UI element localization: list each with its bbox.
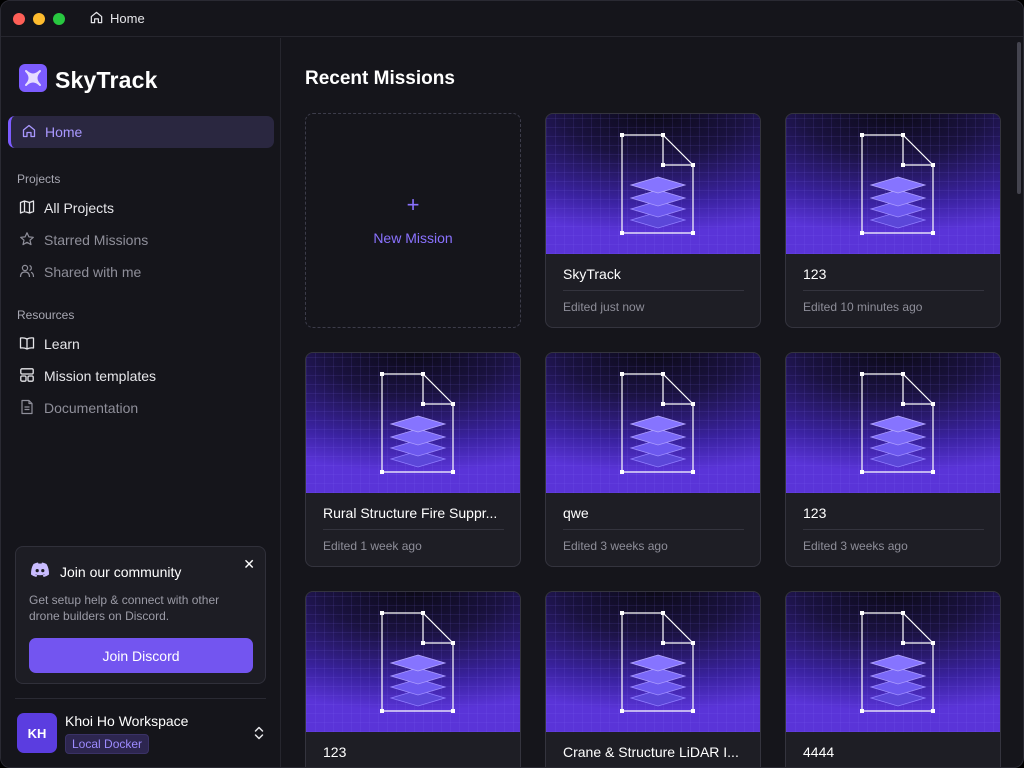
- sidebar-item-shared-with-me[interactable]: Shared with me: [19, 261, 141, 283]
- card-divider: [563, 529, 744, 530]
- sidebar-divider: [15, 698, 266, 699]
- sidebar-item-mission-templates[interactable]: Mission templates: [19, 365, 156, 387]
- skytrack-logo-icon: [19, 64, 47, 97]
- sidebar: SkyTrack Home Projects All Projects Star…: [1, 38, 281, 767]
- minimize-window-button[interactable]: [33, 12, 45, 25]
- join-discord-button[interactable]: Join Discord: [29, 638, 253, 673]
- home-icon: [89, 10, 104, 28]
- community-title: Join our community: [30, 562, 181, 581]
- brand-name: SkyTrack: [55, 67, 158, 93]
- chevron-up-down-icon[interactable]: [253, 725, 265, 746]
- card-divider: [803, 529, 984, 530]
- mission-edited-time: Edited 3 weeks ago: [563, 539, 668, 553]
- sidebar-item-all-projects[interactable]: All Projects: [19, 197, 114, 219]
- sidebar-item-documentation[interactable]: Documentation: [19, 397, 138, 419]
- brand[interactable]: SkyTrack: [19, 64, 158, 97]
- mission-name: 4444: [803, 744, 835, 760]
- mission-thumbnail: [306, 353, 520, 493]
- template-icon: [19, 367, 35, 386]
- community-title-text: Join our community: [60, 563, 182, 580]
- mission-card[interactable]: 4444: [785, 591, 1001, 767]
- mission-thumbnail: [546, 114, 760, 254]
- plus-icon: +: [406, 192, 420, 217]
- close-community-button[interactable]: ✕: [243, 556, 255, 573]
- mission-file-icon: [380, 611, 455, 713]
- mission-card[interactable]: 123: [305, 591, 521, 767]
- community-description: Get setup help & connect with other dron…: [29, 593, 220, 623]
- mission-card[interactable]: qwe Edited 3 weeks ago: [545, 352, 761, 567]
- home-icon: [21, 123, 37, 142]
- app-window: Home SkyTrack Home Projects All Projects…: [0, 0, 1024, 768]
- users-icon: [19, 263, 35, 282]
- window-tab[interactable]: Home: [89, 10, 145, 28]
- mission-name: qwe: [563, 505, 589, 521]
- mission-file-icon: [860, 372, 935, 474]
- mission-name: 123: [803, 266, 827, 282]
- card-divider: [563, 290, 744, 291]
- mission-thumbnail: [546, 353, 760, 493]
- card-divider: [803, 290, 984, 291]
- mission-file-icon: [860, 611, 935, 713]
- sidebar-item-label: Starred Missions: [44, 232, 149, 248]
- mission-name: 123: [323, 744, 347, 760]
- sidebar-item-label: Mission templates: [44, 368, 157, 384]
- window-controls: [13, 12, 65, 25]
- projects-heading: Projects: [17, 172, 61, 186]
- sidebar-item-label: Home: [45, 124, 83, 140]
- workspace-switcher[interactable]: KH Khoi Ho Workspace Local Docker: [17, 713, 267, 755]
- mission-name: Crane & Structure LiDAR I...: [563, 744, 739, 760]
- mission-file-icon: [620, 611, 695, 713]
- mission-card[interactable]: 123 Edited 10 minutes ago: [785, 113, 1001, 328]
- mission-thumbnail: [786, 592, 1000, 732]
- document-icon: [19, 399, 35, 418]
- mission-card[interactable]: SkyTrack Edited just now: [545, 113, 761, 328]
- mission-thumbnail: [786, 114, 1000, 254]
- page-title: Recent Missions: [305, 68, 455, 89]
- mission-thumbnail: [546, 592, 760, 732]
- mission-edited-time: Edited 3 weeks ago: [803, 539, 908, 553]
- mission-card[interactable]: Crane & Structure LiDAR I...: [545, 591, 761, 767]
- star-icon: [19, 231, 35, 250]
- map-icon: [19, 199, 35, 218]
- mission-file-icon: [380, 372, 455, 474]
- mission-thumbnail: [306, 592, 520, 732]
- community-card: Join our community ✕ Get setup help & co…: [15, 546, 266, 684]
- maximize-window-button[interactable]: [53, 12, 65, 25]
- sidebar-item-label: Shared with me: [44, 264, 142, 280]
- sidebar-item-label: Documentation: [44, 400, 139, 416]
- book-icon: [19, 335, 35, 354]
- workspace-name: Khoi Ho Workspace: [65, 713, 189, 729]
- close-window-button[interactable]: [13, 12, 25, 25]
- mission-file-icon: [620, 133, 695, 235]
- scrollbar-thumb[interactable]: [1017, 42, 1021, 194]
- mission-name: 123: [803, 505, 827, 521]
- new-mission-button[interactable]: + New Mission: [305, 113, 521, 328]
- mission-edited-time: Edited just now: [563, 300, 645, 314]
- mission-edited-time: Edited 1 week ago: [323, 539, 422, 553]
- workspace-badge: Local Docker: [65, 734, 150, 754]
- sidebar-item-label: All Projects: [44, 200, 115, 216]
- card-divider: [323, 529, 504, 530]
- mission-edited-time: Edited 10 minutes ago: [803, 300, 923, 314]
- mission-card[interactable]: Rural Structure Fire Suppr... Edited 1 we…: [305, 352, 521, 567]
- avatar: KH: [17, 713, 57, 753]
- discord-icon: [30, 562, 50, 581]
- scrollbar[interactable]: [1016, 38, 1022, 767]
- mission-file-icon: [620, 372, 695, 474]
- title-bar: Home: [1, 1, 1023, 37]
- mission-card[interactable]: 123 Edited 3 weeks ago: [785, 352, 1001, 567]
- sidebar-item-label: Learn: [44, 336, 80, 352]
- mission-file-icon: [860, 133, 935, 235]
- mission-name: Rural Structure Fire Suppr...: [323, 505, 498, 521]
- mission-name: SkyTrack: [563, 266, 621, 282]
- sidebar-item-home[interactable]: Home: [8, 116, 274, 148]
- sidebar-item-starred-missions[interactable]: Starred Missions: [19, 229, 148, 251]
- new-mission-label: New Mission: [373, 230, 453, 246]
- mission-thumbnail: [786, 353, 1000, 493]
- main-content: Recent Missions + New Mission SkyTrack Ed…: [282, 38, 1012, 767]
- sidebar-item-learn[interactable]: Learn: [19, 333, 80, 355]
- resources-heading: Resources: [17, 308, 75, 322]
- window-tab-title: Home: [110, 11, 145, 26]
